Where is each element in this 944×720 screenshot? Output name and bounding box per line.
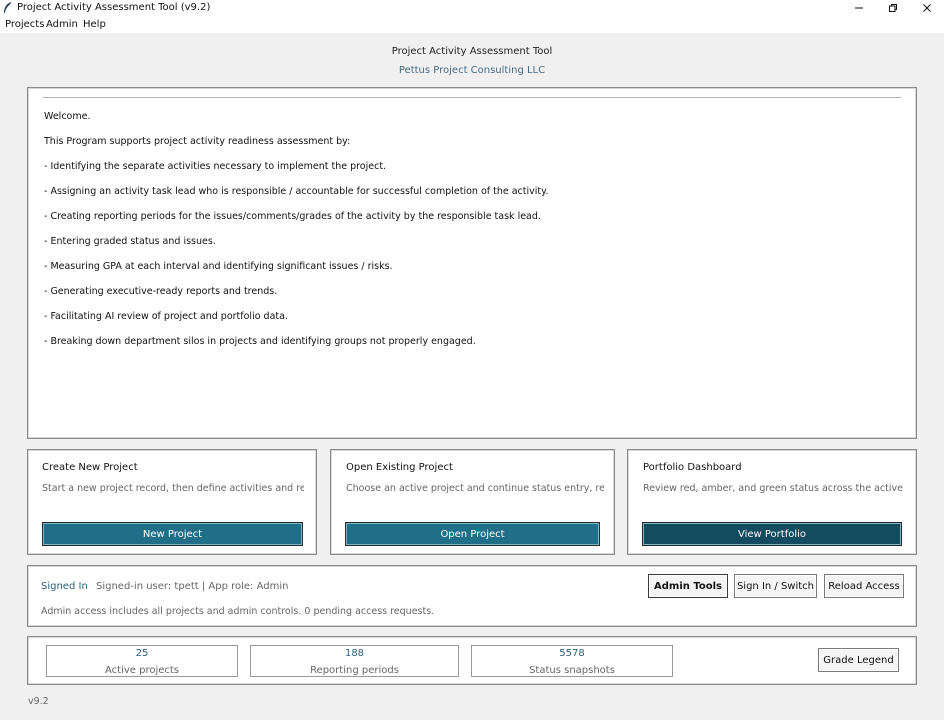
close-button[interactable]: [910, 0, 944, 17]
welcome-line: - Generating executive-ready reports and…: [44, 286, 278, 297]
access-note: Admin access includes all projects and a…: [41, 606, 435, 617]
welcome-line: - Assigning an activity task lead who is…: [44, 186, 549, 197]
stat-active-projects: 25 Active projects: [46, 645, 238, 677]
stat-reporting-periods: 188 Reporting periods: [250, 645, 459, 677]
signed-in-user: Signed-in user: tpett | App role: Admin: [96, 581, 289, 592]
grade-legend-button[interactable]: Grade Legend: [818, 648, 899, 672]
stat-label: Reporting periods: [310, 665, 399, 676]
stat-label: Active projects: [104, 665, 180, 676]
app-title: Project Activity Assessment Tool: [391, 46, 553, 57]
welcome-line: - Facilitating AI review of project and …: [44, 311, 288, 322]
restore-button[interactable]: [876, 0, 910, 17]
close-icon: [923, 4, 931, 12]
stat-value: 188: [344, 648, 365, 659]
welcome-line: - Measuring GPA at each interval and ide…: [44, 261, 393, 272]
view-portfolio-button[interactable]: View Portfolio: [642, 522, 902, 546]
welcome-line: - Creating reporting periods for the iss…: [44, 211, 541, 222]
card-description: Review red, amber, and green status acro…: [643, 483, 903, 494]
card-description: Choose an active project and continue st…: [346, 483, 604, 494]
app-subtitle: Pettus Project Consulting LLC: [398, 65, 546, 76]
welcome-line: - Breaking down department silos in proj…: [44, 336, 476, 347]
welcome-line: - Identifying the separate activities ne…: [44, 161, 387, 172]
minimize-button[interactable]: [842, 0, 876, 17]
reload-access-button[interactable]: Reload Access: [824, 574, 904, 598]
minimize-icon: [855, 7, 863, 9]
restore-icon: [889, 4, 897, 12]
signed-in-label: Signed In: [41, 581, 88, 592]
open-project-button[interactable]: Open Project: [345, 522, 600, 546]
sign-in-switch-button[interactable]: Sign In / Switch: [734, 574, 817, 598]
menu-admin[interactable]: Admin: [46, 19, 78, 30]
card-title: Portfolio Dashboard: [643, 462, 742, 473]
window-title: Project Activity Assessment Tool (v9.2): [17, 2, 211, 13]
version-label: v9.2: [28, 696, 49, 707]
menu-help[interactable]: Help: [83, 19, 106, 30]
new-project-button[interactable]: New Project: [42, 522, 303, 546]
card-description: Start a new project record, then define …: [42, 483, 304, 494]
stat-label: Status snapshots: [529, 665, 615, 676]
card-portfolio-dashboard: Portfolio Dashboard Review red, amber, a…: [627, 449, 917, 555]
welcome-line: Welcome.: [44, 111, 91, 122]
stat-value: 5578: [559, 648, 585, 659]
welcome-line: - Entering graded status and issues.: [44, 236, 216, 247]
menu-bar: Projects Admin Help: [0, 17, 944, 33]
card-title: Create New Project: [42, 462, 138, 473]
welcome-line: This Program supports project activity r…: [44, 136, 351, 147]
card-create-project: Create New Project Start a new project r…: [27, 449, 317, 555]
welcome-panel: Welcome. This Program supports project a…: [27, 87, 917, 439]
stats-panel: 25 Active projects 188 Reporting periods…: [27, 636, 917, 685]
stat-value: 25: [135, 648, 149, 659]
admin-tools-button[interactable]: Admin Tools: [648, 574, 728, 598]
feather-icon: [3, 2, 13, 14]
card-open-project: Open Existing Project Choose an active p…: [330, 449, 615, 555]
welcome-divider: [43, 97, 901, 98]
card-title: Open Existing Project: [346, 462, 453, 473]
stat-status-snapshots: 5578 Status snapshots: [471, 645, 673, 677]
title-bar: Project Activity Assessment Tool (v9.2): [0, 0, 944, 17]
access-panel: Signed In Signed-in user: tpett | App ro…: [27, 565, 917, 627]
menu-projects[interactable]: Projects: [5, 19, 44, 30]
